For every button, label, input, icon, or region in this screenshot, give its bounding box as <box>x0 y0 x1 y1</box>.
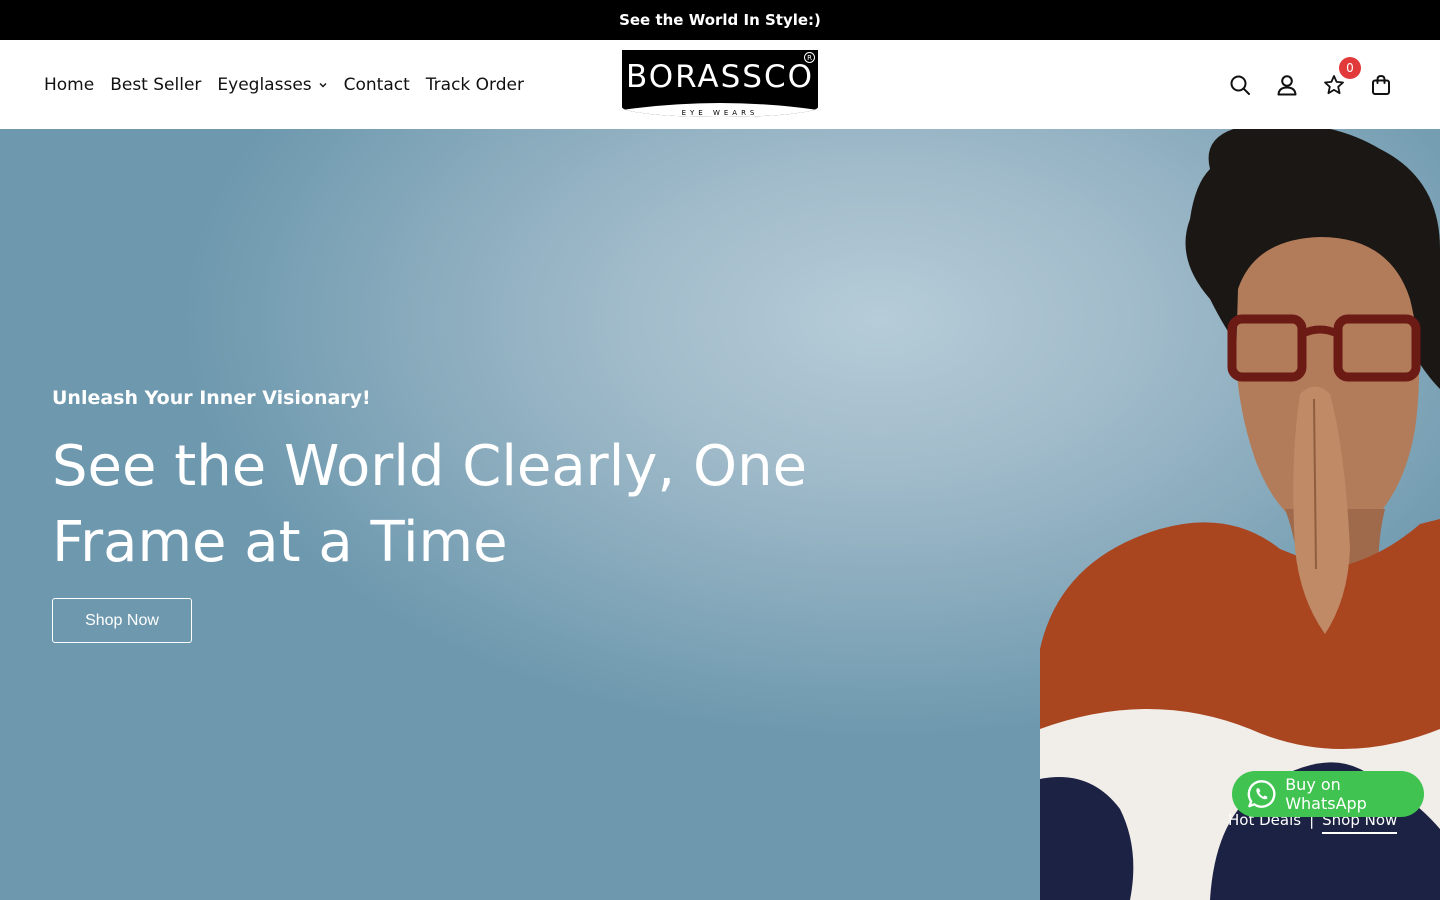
hero-subtitle: Unleash Your Inner Visionary! <box>52 387 371 409</box>
announcement-text: See the World In Style:) <box>619 11 821 29</box>
nav-home-label: Home <box>44 74 95 95</box>
nav-best-seller-label: Best Seller <box>110 74 202 95</box>
nav-track-order[interactable]: Track Order <box>426 75 524 95</box>
wishlist-count-badge: 0 <box>1339 56 1361 79</box>
whatsapp-button-label: Buy on WhatsApp <box>1285 775 1367 813</box>
search-button[interactable] <box>1229 74 1251 96</box>
user-icon <box>1277 74 1297 95</box>
announcement-bar: See the World In Style:) <box>0 0 1440 40</box>
nav-contact-label: Contact <box>343 74 410 95</box>
logo-tagline: EYE WEARS <box>681 109 759 117</box>
whatsapp-buy-button[interactable]: Buy on WhatsApp <box>1232 771 1424 817</box>
main-nav: Home Best Seller Eyeglasses Contact Trac… <box>44 40 540 129</box>
nav-eyeglasses-label: Eyeglasses <box>217 74 312 95</box>
logo-registered-mark: R <box>804 52 815 63</box>
star-icon <box>1324 74 1344 94</box>
shop-now-button[interactable]: Shop Now <box>52 598 192 643</box>
hero-title: See the World Clearly, One Frame at a Ti… <box>52 434 808 575</box>
hero-banner: Unleash Your Inner Visionary! See the Wo… <box>0 129 1440 900</box>
wishlist-button[interactable]: 0 <box>1323 56 1361 96</box>
nav-home[interactable]: Home <box>44 75 94 95</box>
nav-contact[interactable]: Contact <box>344 75 410 95</box>
nav-eyeglasses[interactable]: Eyeglasses <box>217 75 327 95</box>
cart-button[interactable] <box>1370 74 1392 96</box>
whatsapp-icon <box>1247 780 1276 808</box>
site-header: Home Best Seller Eyeglasses Contact Trac… <box>0 40 1440 129</box>
nav-best-seller[interactable]: Best Seller <box>110 75 201 95</box>
account-button[interactable] <box>1276 74 1298 96</box>
brand-logo[interactable]: BORASSCO R EYE WEARS <box>622 50 818 117</box>
nav-track-order-label: Track Order <box>425 74 524 95</box>
logo-brand-text: BORASSCO <box>625 59 814 95</box>
shopping-bag-icon <box>1372 74 1390 95</box>
header-icons: 0 <box>1229 40 1392 129</box>
chevron-down-icon <box>319 82 327 87</box>
search-icon <box>1230 75 1250 95</box>
